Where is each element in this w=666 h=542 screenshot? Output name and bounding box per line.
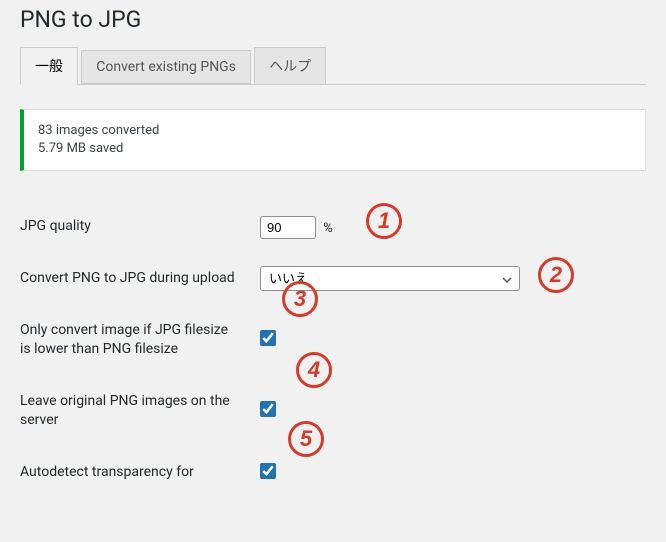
notice-line-2: 5.79 MB saved (38, 140, 631, 158)
tab-help[interactable]: ヘルプ (254, 47, 326, 85)
convert-during-upload-select[interactable]: いいえ (260, 266, 520, 291)
jpg-quality-unit: % (323, 221, 333, 236)
annotation-1: 1 (366, 203, 402, 239)
jpg-quality-input[interactable] (260, 216, 316, 239)
page-title: PNG to JPG (20, 6, 646, 33)
jpg-quality-label: JPG quality (20, 201, 250, 253)
status-notice: 83 images converted 5.79 MB saved (20, 109, 646, 171)
annotation-2: 2 (538, 257, 574, 293)
leave-original-checkbox[interactable] (260, 401, 276, 417)
tab-general[interactable]: 一般 (20, 47, 78, 85)
convert-during-upload-label: Convert PNG to JPG during upload (20, 253, 250, 305)
nav-tabs: 一般 Convert existing PNGs ヘルプ (20, 47, 646, 85)
only-if-smaller-label: Only convert image if JPG filesize is lo… (20, 305, 250, 376)
tab-convert-existing[interactable]: Convert existing PNGs (81, 50, 251, 84)
autodetect-transparency-checkbox[interactable] (260, 463, 276, 479)
settings-form-table: JPG quality % 1 Convert PNG to JPG durin… (20, 201, 646, 498)
notice-line-1: 83 images converted (38, 122, 631, 140)
autodetect-transparency-label: Autodetect transparency for (20, 447, 250, 499)
leave-original-label: Leave original PNG images on the server (20, 376, 250, 447)
only-if-smaller-checkbox[interactable] (260, 330, 276, 346)
